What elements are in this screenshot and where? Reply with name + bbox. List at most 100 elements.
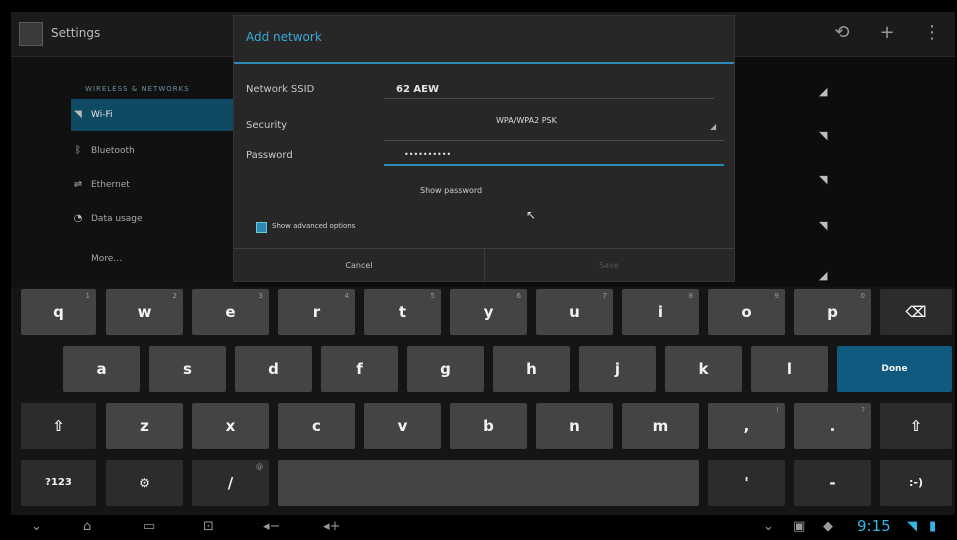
shift-icon: ⇧ (52, 417, 65, 435)
shift-right-key[interactable]: ⇧ (880, 403, 952, 449)
sidebar-item-data-usage[interactable]: ◔ Data usage (71, 203, 233, 235)
key-r[interactable]: r4 (278, 289, 355, 335)
sidebar-header: WIRELESS & NETWORKS (85, 85, 190, 93)
add-icon[interactable]: + (876, 22, 898, 44)
dialog-title: Add network (246, 30, 322, 44)
sidebar-item-label: More… (91, 254, 123, 264)
password-label: Password (246, 150, 293, 161)
gear-icon: ⚙ (139, 476, 150, 490)
add-network-dialog: Add network Network SSID 62 AEW Security… (233, 15, 735, 282)
security-label: Security (246, 120, 288, 131)
security-spinner[interactable]: WPA/WPA2 PSK (496, 116, 557, 125)
ssid-input[interactable]: 62 AEW (396, 84, 439, 95)
mouse-cursor-icon: ↖ (526, 208, 537, 222)
advanced-options-checkbox[interactable] (256, 222, 267, 233)
wifi-icon: ◥ (74, 109, 82, 120)
spinner-arrow-icon: ◢ (710, 122, 717, 131)
sidebar-item-label: Wi-Fi (91, 110, 113, 120)
keyboard-settings-key[interactable]: ⚙ (106, 460, 183, 506)
sidebar-item-label: Data usage (91, 214, 143, 224)
key-i[interactable]: i8 (622, 289, 699, 335)
key-h[interactable]: h (493, 346, 570, 392)
backspace-key[interactable]: ⌫ (880, 289, 952, 335)
key-o[interactable]: o9 (708, 289, 785, 335)
key-s[interactable]: s (149, 346, 226, 392)
ssid-underline (384, 98, 714, 99)
key-comma[interactable]: ,! (708, 403, 785, 449)
wifi-status-icon: ◥ (907, 519, 917, 534)
key-apostrophe[interactable]: ' (708, 460, 785, 506)
key-dash[interactable]: - (794, 460, 871, 506)
key-slash[interactable]: / @ (192, 460, 269, 506)
sidebar-item-ethernet[interactable]: ⇌ Ethernet (71, 169, 233, 201)
key-u[interactable]: u7 (536, 289, 613, 335)
key-c[interactable]: c (278, 403, 355, 449)
space-key[interactable] (278, 460, 699, 506)
system-navigation-bar: ⌄ ⌂ ▭ ⊡ ◂− ◂+ ⌄ ▣ ◆ 9:15 ◥ ▮ (11, 515, 955, 539)
smiley-key[interactable]: :-) (880, 460, 952, 506)
key-period[interactable]: .? (794, 403, 871, 449)
ssid-label: Network SSID (246, 84, 315, 95)
password-input[interactable]: •••••••••• (404, 150, 451, 159)
key-b[interactable]: b (450, 403, 527, 449)
overflow-icon[interactable]: ⋮ (921, 22, 943, 44)
password-underline (384, 164, 724, 166)
key-v[interactable]: v (364, 403, 441, 449)
show-password-checkbox[interactable]: Show password (420, 186, 482, 195)
key-l[interactable]: l (751, 346, 828, 392)
key-a[interactable]: a (63, 346, 140, 392)
wifi-signal-icon: ◥ (819, 129, 828, 142)
key-k[interactable]: k (665, 346, 742, 392)
soft-keyboard: q1 w2 e3 r4 t5 y6 u7 i8 o9 p0 ⌫ a s d f … (11, 287, 955, 515)
dialog-divider (234, 62, 734, 64)
advanced-options-label[interactable]: Show advanced options (272, 222, 355, 230)
home-icon[interactable]: ⌂ (83, 518, 91, 536)
recent-apps-icon[interactable]: ▭ (143, 518, 155, 536)
key-m[interactable]: m (622, 403, 699, 449)
screenshot-icon[interactable]: ⊡ (203, 518, 214, 536)
wifi-signal-icon: ◥ (819, 219, 828, 232)
key-q[interactable]: q1 (21, 289, 96, 335)
status-clock: 9:15 (857, 517, 891, 535)
key-j[interactable]: j (579, 346, 656, 392)
key-w[interactable]: w2 (106, 289, 183, 335)
wifi-signal-icon: ◢ (819, 85, 828, 98)
key-y[interactable]: y6 (450, 289, 527, 335)
volume-up-icon[interactable]: ◂+ (323, 518, 340, 536)
key-e[interactable]: e3 (192, 289, 269, 335)
scan-icon[interactable]: ⟲ (831, 22, 853, 44)
key-z[interactable]: z (106, 403, 183, 449)
battery-status-icon: ▮ (929, 519, 937, 534)
sidebar-item-bluetooth[interactable]: ᛒ Bluetooth (71, 135, 233, 167)
settings-app-icon[interactable] (19, 22, 43, 46)
key-n[interactable]: n (536, 403, 613, 449)
wifi-signal-icon: ◥ (819, 173, 828, 186)
notification-icon[interactable]: ▣ (793, 518, 805, 536)
cancel-button[interactable]: Cancel (234, 249, 485, 282)
settings-sidebar: WIRELESS & NETWORKS ◥ Wi-Fi ᛒ Bluetooth ⇌ E… (11, 57, 233, 287)
key-d[interactable]: d (235, 346, 312, 392)
shift-left-key[interactable]: ⇧ (21, 403, 96, 449)
key-x[interactable]: x (192, 403, 269, 449)
sidebar-item-wifi[interactable]: ◥ Wi-Fi (71, 99, 233, 131)
key-f[interactable]: f (321, 346, 398, 392)
notification-chevron-icon[interactable]: ⌄ (763, 518, 774, 536)
sidebar-item-more[interactable]: More… (71, 243, 233, 275)
done-key[interactable]: Done (837, 346, 952, 392)
hide-keyboard-icon[interactable]: ⌄ (31, 518, 42, 536)
sidebar-item-label: Ethernet (91, 180, 130, 190)
screen: Settings ⟲ + ⋮ WIRELESS & NETWORKS ◥ Wi-F… (11, 12, 955, 539)
shift-icon: ⇧ (909, 417, 923, 435)
key-t[interactable]: t5 (364, 289, 441, 335)
key-p[interactable]: p0 (794, 289, 871, 335)
wifi-signal-icon: ◢ (819, 269, 828, 282)
ethernet-icon: ⇌ (73, 179, 83, 190)
symbols-key[interactable]: ?123 (21, 460, 96, 506)
data-usage-icon: ◔ (73, 213, 83, 224)
security-underline (384, 140, 724, 141)
key-g[interactable]: g (407, 346, 484, 392)
ethernet-status-icon: ◆ (823, 519, 833, 534)
volume-down-icon[interactable]: ◂− (263, 518, 280, 536)
save-button[interactable]: Save (484, 249, 734, 282)
backspace-icon: ⌫ (905, 303, 927, 321)
